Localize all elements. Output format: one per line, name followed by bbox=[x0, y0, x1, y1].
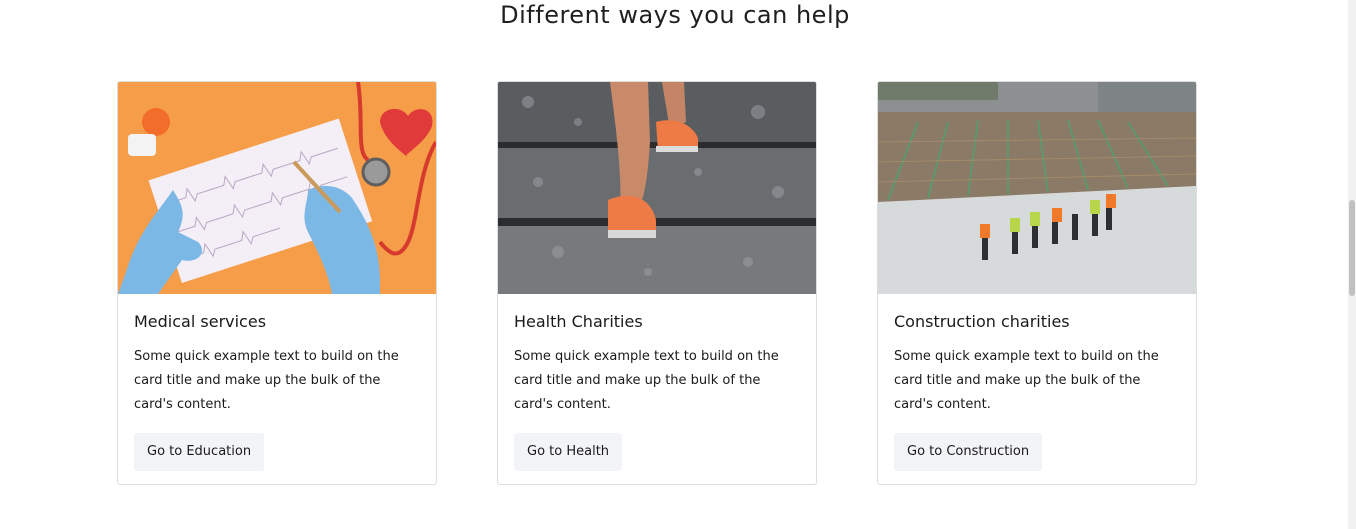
card-health: Health Charities Some quick example text… bbox=[497, 81, 817, 485]
go-to-education-button[interactable]: Go to Education bbox=[134, 433, 265, 471]
card-title: Health Charities bbox=[514, 312, 643, 331]
scrollbar-thumb[interactable] bbox=[1349, 200, 1355, 296]
vertical-scrollbar[interactable] bbox=[1348, 0, 1356, 529]
card-medical: Medical services Some quick example text… bbox=[117, 81, 437, 485]
card-title: Medical services bbox=[134, 312, 267, 331]
card-title: Construction charities bbox=[894, 312, 1070, 331]
card-text: Some quick example text to build on the … bbox=[894, 349, 1159, 412]
card-text: Some quick example text to build on the … bbox=[514, 349, 779, 412]
section-title: Different ways you can help bbox=[500, 1, 850, 29]
card-image-medical bbox=[118, 82, 436, 294]
card-construction: Construction charities Some quick exampl… bbox=[877, 81, 1197, 485]
go-to-construction-button[interactable]: Go to Construction bbox=[894, 433, 1043, 471]
card-image-construction bbox=[878, 82, 1196, 294]
go-to-health-button[interactable]: Go to Health bbox=[514, 433, 623, 471]
card-text: Some quick example text to build on the … bbox=[134, 349, 399, 412]
card-image-health bbox=[498, 82, 816, 294]
